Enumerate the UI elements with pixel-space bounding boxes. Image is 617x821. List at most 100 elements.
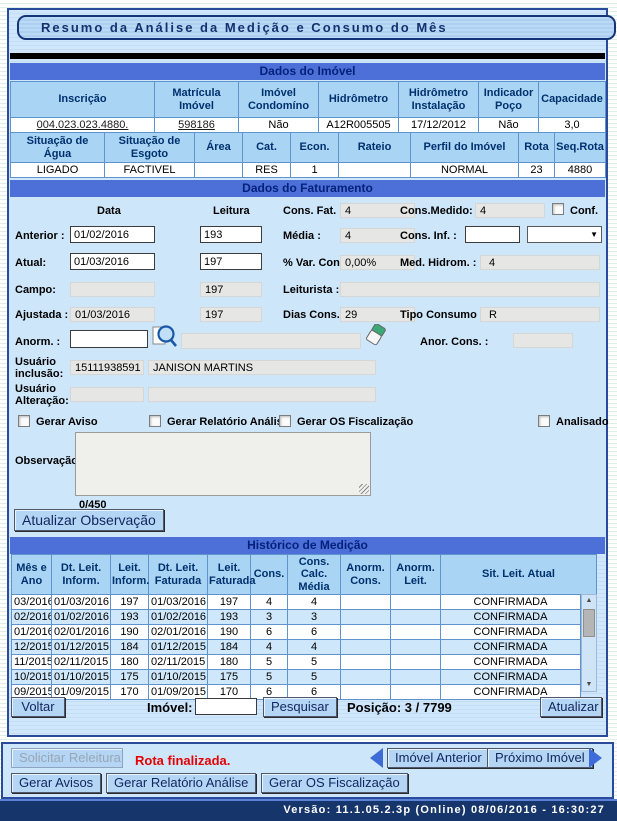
table-row[interactable]: 10/201501/10/201517501/10/201517555CONFI… [12, 670, 581, 685]
scrollbar[interactable]: ▲ ▼ [581, 594, 597, 692]
eraser-icon[interactable] [365, 324, 387, 349]
observacao-textarea[interactable] [75, 432, 371, 496]
table-row[interactable]: 01/201602/01/201619002/01/201619066CONFI… [12, 625, 581, 640]
tipo-consumo-label: Tipo Consumo : [400, 309, 484, 321]
hidrometro-value: A12R005505 [319, 118, 399, 133]
scrollbar-down-icon[interactable]: ▼ [582, 679, 596, 691]
campo-label: Campo: [15, 284, 56, 296]
gerar-relatorio-label: Gerar Relatório Análise [167, 416, 289, 428]
col-hidrometro-instalacao: Hidrômetro Instalação [399, 82, 479, 118]
col-rota: Rota [519, 133, 555, 163]
cons-inf-input[interactable] [465, 226, 520, 243]
table-row[interactable]: 11/201502/11/201518002/11/201518055CONFI… [12, 655, 581, 670]
scrollbar-thumb[interactable] [583, 609, 595, 637]
page-background: Resumo da Análise da Medição e Consumo d… [0, 0, 617, 821]
col-condominio: Imóvel Condomíno [239, 82, 319, 118]
hcol-leit-inform: Leit. Inform. [111, 555, 149, 595]
col-situacao-esgoto: Situação de Esgoto [105, 133, 195, 163]
rateio-value [339, 163, 411, 178]
historico-table: Mês e Ano Dt. Leit. Inform. Leit. Inform… [11, 554, 596, 692]
analisado-label: Analisado [556, 416, 609, 428]
table-row[interactable]: 03/201601/03/201619701/03/201619744CONFI… [12, 595, 581, 610]
cons-inf-select[interactable]: ▼ [527, 226, 602, 243]
atualizar-button[interactable]: Atualizar [540, 697, 602, 717]
chevron-down-icon: ▼ [590, 230, 601, 239]
section-header-dados-imovel: Dados do Imóvel [10, 63, 605, 80]
pesquisar-button[interactable]: Pesquisar [263, 697, 337, 717]
rota-finalizada-message: Rota finalizada. [135, 753, 230, 768]
leiturista-label: Leiturista : [283, 284, 339, 296]
col-inscricao: Inscrição [11, 82, 155, 118]
voltar-button[interactable]: Voltar [11, 697, 65, 717]
gerar-relatorio-analise-button[interactable]: Gerar Relatório Análise [106, 773, 256, 793]
usuario-inclusao-nome-field: JANISON MARTINS [148, 360, 376, 375]
anorm-label: Anorm. : [15, 336, 60, 348]
imovel-label: Imóvel: [147, 700, 193, 715]
gerar-avisos-button[interactable]: Gerar Avisos [11, 773, 101, 793]
hcol-cons-calc-media: Cons. Calc. Média [288, 555, 341, 595]
anor-cons-label: Anor. Cons. : [420, 336, 488, 348]
gerar-os-label: Gerar OS Fiscalização [297, 416, 413, 428]
med-hidrom-field: 4 [480, 255, 600, 270]
usuario-alteracao-nome-field [148, 387, 376, 402]
divider-bar [10, 53, 605, 59]
ajustada-data-field: 01/03/2016 [70, 307, 155, 322]
controls-row: Voltar Imóvel: Pesquisar Posição: 3 / 77… [9, 697, 606, 717]
col-cat: Cat. [243, 133, 291, 163]
imovel-anterior-button[interactable]: Imóvel Anterior [387, 748, 490, 768]
historico-body: 03/201601/03/201619701/03/201619744CONFI… [11, 594, 581, 700]
inscricao-value[interactable]: 004.023.023.4880. [11, 118, 155, 133]
conf-label: Conf. [570, 205, 598, 217]
usuario-inclusao-matricula-field: 15111938591 [70, 360, 144, 375]
col-indicador-poco: Indicador Poço [479, 82, 539, 118]
matricula-value[interactable]: 598186 [155, 118, 239, 133]
conf-checkbox[interactable] [552, 203, 564, 215]
main-window: Resumo da Análise da Medição e Consumo d… [7, 8, 608, 737]
matricula-link[interactable]: 598186 [178, 119, 215, 131]
col-seq-rota: Seq.Rota [555, 133, 606, 163]
med-hidrom-label: Med. Hidrom. : [400, 257, 476, 269]
anterior-label: Anterior : [15, 230, 65, 242]
atual-leitura-input[interactable] [200, 253, 262, 270]
next-arrow-icon[interactable] [589, 748, 602, 768]
dias-cons-label: Dias Cons. : [283, 309, 347, 321]
anorm-input[interactable] [70, 330, 148, 348]
hcol-dt-leit-inform: Dt. Leit. Inform. [52, 555, 111, 595]
previous-arrow-icon[interactable] [370, 748, 383, 768]
page-title: Resumo da Análise da Medição e Consumo d… [17, 15, 616, 40]
gerar-os-checkbox[interactable] [279, 415, 291, 427]
atualizar-observacao-button[interactable]: Atualizar Observação [14, 509, 164, 531]
imovel-input[interactable] [195, 698, 257, 715]
campo-leitura-field: 197 [200, 282, 262, 297]
ajustada-label: Ajustada : [15, 309, 68, 321]
status-bar: Versão: 11.1.05.2.3p (Online) 08/06/2016… [0, 799, 617, 821]
hcol-sit-leit-atual: Sit. Leit. Atual [441, 555, 597, 595]
hcol-mes-ano: Mês e Ano [12, 555, 52, 595]
gerar-aviso-checkbox[interactable] [18, 415, 30, 427]
econ-value: 1 [291, 163, 339, 178]
resize-handle-icon[interactable] [359, 484, 369, 494]
proximo-imovel-button[interactable]: Próximo Imóvel [487, 748, 593, 768]
table-row[interactable]: 12/201501/12/201518401/12/201518444CONFI… [12, 640, 581, 655]
magnifier-icon[interactable] [152, 323, 178, 349]
indicador-poco-value: Não [479, 118, 539, 133]
inscricao-link[interactable]: 004.023.023.4880. [37, 119, 129, 131]
anterior-data-input[interactable] [70, 226, 155, 243]
rota-value: 23 [519, 163, 555, 178]
cat-value: RES [243, 163, 291, 178]
gerar-aviso-label: Gerar Aviso [36, 416, 98, 428]
hcol-anorm-leit: Anorm. Leit. [391, 555, 441, 595]
gerar-relatorio-checkbox[interactable] [149, 415, 161, 427]
col-rateio: Rateio [339, 133, 411, 163]
solicitar-releitura-button[interactable]: Solicitar Releitura [11, 748, 123, 768]
scrollbar-up-icon[interactable]: ▲ [582, 595, 596, 607]
usuario-alteracao-matricula-field [70, 387, 144, 402]
table-row[interactable]: 02/201601/02/201619301/02/201619333CONFI… [12, 610, 581, 625]
analisado-checkbox[interactable] [538, 415, 550, 427]
anterior-leitura-input[interactable] [200, 226, 262, 243]
capacidade-value: 3,0 [539, 118, 606, 133]
gerar-os-fiscalizacao-button[interactable]: Gerar OS Fiscalização [261, 773, 408, 793]
hcol-anorm-cons: Anorm. Cons. [341, 555, 391, 595]
atual-data-input[interactable] [70, 253, 155, 270]
condominio-value: Não [239, 118, 319, 133]
